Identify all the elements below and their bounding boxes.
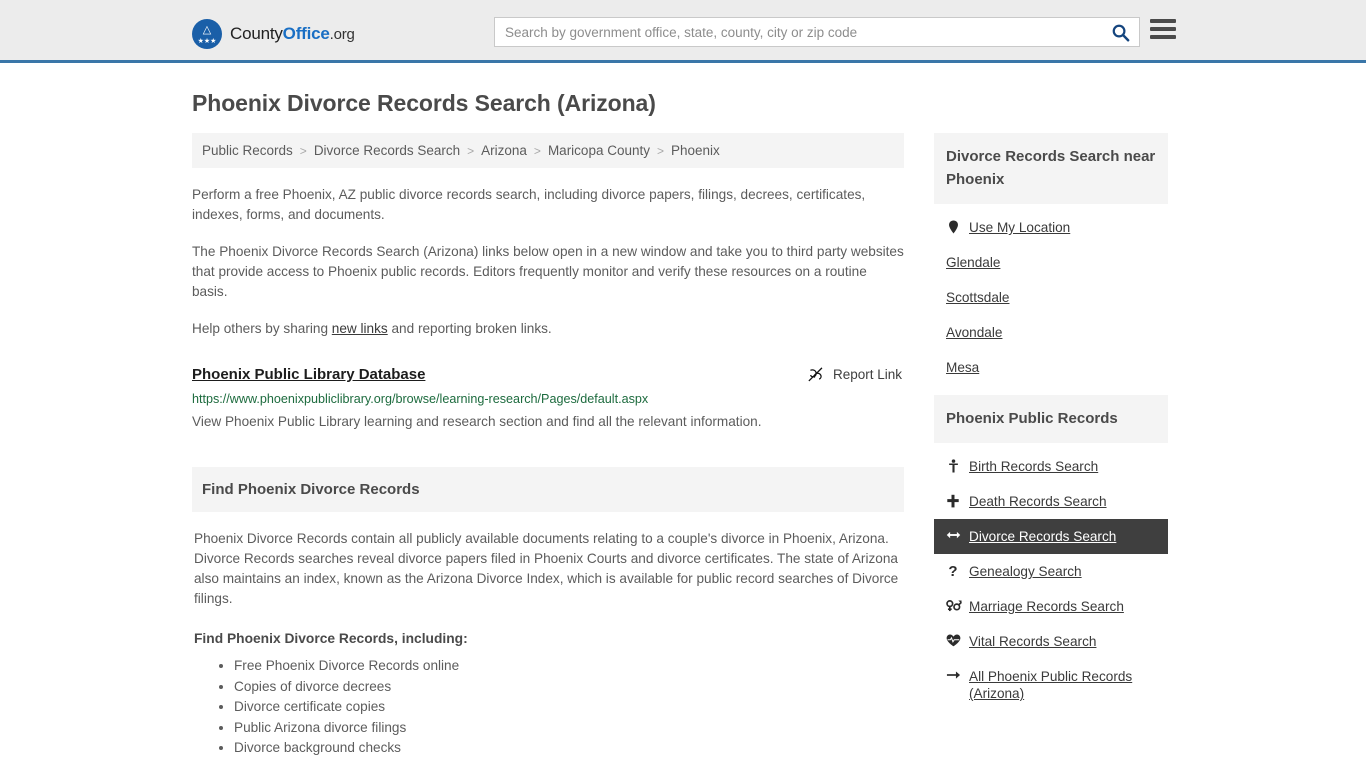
result-item: Phoenix Public Library Database Report L…	[192, 366, 904, 431]
heartbeat-icon	[946, 633, 961, 647]
content-columns: Public Records > Divorce Records Search …	[192, 133, 1174, 759]
intro-paragraph-1: Perform a free Phoenix, AZ public divorc…	[192, 187, 866, 222]
brand-wordmark: CountyOffice.org	[230, 24, 355, 44]
intro-paragraph-2: The Phoenix Divorce Records Search (Ariz…	[192, 244, 904, 299]
breadcrumb-separator: >	[467, 143, 475, 158]
brand-part-county: County	[230, 24, 283, 43]
section-heading: Find Phoenix Divorce Records	[192, 467, 904, 512]
result-url: https://www.phoenixpubliclibrary.org/bro…	[192, 392, 649, 406]
breadcrumb-separator: >	[657, 143, 665, 158]
breadcrumb: Public Records > Divorce Records Search …	[192, 133, 904, 168]
sidebar-item-divorce-records-search[interactable]: Divorce Records Search	[934, 519, 1168, 554]
breadcrumb-item-public-records[interactable]: Public Records	[202, 143, 293, 158]
nearby-city-list: Use My Location Glendale Scottsdale Avon…	[934, 204, 1168, 387]
breadcrumb-item-divorce-records-search[interactable]: Divorce Records Search	[314, 143, 460, 158]
search-input[interactable]	[495, 18, 1101, 46]
county-office-seal-icon: △ ★★★	[192, 19, 222, 49]
breadcrumb-item-arizona[interactable]: Arizona	[481, 143, 527, 158]
breadcrumb-separator: >	[533, 143, 541, 158]
sidebar-item-use-my-location[interactable]: Use My Location	[934, 210, 1168, 245]
sidebar-item-genealogy-search[interactable]: ? Genealogy Search	[934, 554, 1168, 589]
list-item: Free Phoenix Divorce Records online	[234, 656, 902, 677]
section-paragraph: Phoenix Divorce Records contain all publ…	[194, 531, 899, 606]
divorce-records-list: Free Phoenix Divorce Records online Copi…	[194, 656, 902, 759]
cross-icon	[946, 493, 960, 508]
site-search[interactable]	[494, 17, 1140, 47]
public-records-list: Birth Records Search Death Records Searc…	[934, 443, 1168, 713]
sidebar-item-label: Genealogy Search	[969, 564, 1082, 579]
brand-part-tld: .org	[329, 26, 355, 43]
sidebar-item-label: Vital Records Search	[969, 634, 1097, 649]
sidebar-item-label: Glendale	[946, 255, 1001, 270]
sidebar-item-death-records-search[interactable]: Death Records Search	[934, 484, 1168, 519]
sidebar-item-birth-records-search[interactable]: Birth Records Search	[934, 449, 1168, 484]
sidebar-item-label: Marriage Records Search	[969, 599, 1124, 614]
hamburger-bar	[1150, 35, 1176, 39]
sidebar-item-label: Avondale	[946, 325, 1003, 340]
sidebar-item-all-phoenix-public-records[interactable]: All Phoenix Public Records (Arizona)	[934, 659, 1168, 711]
result-description: View Phoenix Public Library learning and…	[192, 414, 762, 429]
sidebar-item-marriage-records-search[interactable]: Marriage Records Search	[934, 589, 1168, 624]
hamburger-bar	[1150, 27, 1176, 31]
panel-phoenix-public-records: Phoenix Public Records Birth Records Sea…	[934, 395, 1168, 713]
arrow-right-icon	[946, 668, 961, 681]
gender-symbols-icon	[946, 598, 962, 612]
sidebar-item-label: Mesa	[946, 360, 980, 375]
panel-title-public-records: Phoenix Public Records	[934, 395, 1168, 443]
intro-paragraph-3: Help others by sharing new links and rep…	[192, 319, 904, 339]
breadcrumb-separator: >	[299, 143, 307, 158]
site-logo-link[interactable]: △ ★★★ CountyOffice.org	[192, 19, 355, 49]
section-body: Phoenix Divorce Records contain all publ…	[192, 529, 904, 759]
sidebar: Divorce Records Search near Phoenix Use …	[934, 133, 1168, 721]
share-text-after: and reporting broken links.	[387, 321, 552, 336]
result-title-link[interactable]: Phoenix Public Library Database	[192, 366, 425, 383]
breadcrumb-item-phoenix[interactable]: Phoenix	[671, 143, 720, 158]
baby-icon	[946, 458, 960, 473]
question-mark-icon: ?	[948, 563, 958, 580]
list-item: Public Arizona divorce filings	[234, 718, 902, 739]
share-text-before: Help others by sharing	[192, 321, 332, 336]
hamburger-bar	[1150, 19, 1176, 23]
panel-title-nearby: Divorce Records Search near Phoenix	[934, 133, 1168, 204]
report-link-button[interactable]: Report Link	[807, 366, 904, 383]
sidebar-item-label: Death Records Search	[969, 494, 1107, 509]
sidebar-item-label: All Phoenix Public Records (Arizona)	[969, 669, 1133, 701]
sidebar-item-mesa[interactable]: Mesa	[934, 350, 1168, 385]
hamburger-menu-icon[interactable]	[1150, 18, 1176, 40]
sidebar-item-vital-records-search[interactable]: Vital Records Search	[934, 624, 1168, 659]
brand-part-office: Office	[282, 24, 330, 43]
sidebar-item-label: Birth Records Search	[969, 459, 1099, 474]
list-item: Divorce background checks	[234, 738, 902, 759]
section-list-heading: Find Phoenix Divorce Records, including:	[194, 631, 468, 646]
new-links-link[interactable]: new links	[332, 321, 388, 336]
list-item: Divorce certificate copies	[234, 697, 902, 718]
sidebar-item-label: Use My Location	[969, 220, 1071, 235]
page-title: Phoenix Divorce Records Search (Arizona)	[192, 90, 656, 116]
main-content: Public Records > Divorce Records Search …	[192, 133, 904, 759]
page-container: Phoenix Divorce Records Search (Arizona)…	[0, 90, 1366, 759]
breadcrumb-item-maricopa-county[interactable]: Maricopa County	[548, 143, 650, 158]
split-arrows-icon	[946, 528, 961, 541]
sidebar-item-label: Scottsdale	[946, 290, 1010, 305]
search-submit-button[interactable]	[1101, 18, 1139, 46]
panel-nearby-divorce-records: Divorce Records Search near Phoenix Use …	[934, 133, 1168, 387]
search-icon	[1112, 24, 1129, 42]
list-item: Copies of divorce decrees	[234, 677, 902, 698]
site-header: △ ★★★ CountyOffice.org	[0, 0, 1366, 63]
sidebar-item-label: Divorce Records Search	[969, 529, 1117, 544]
report-link-label: Report Link	[832, 367, 902, 382]
sidebar-item-avondale[interactable]: Avondale	[934, 315, 1168, 350]
sidebar-item-scottsdale[interactable]: Scottsdale	[934, 280, 1168, 315]
result-header-row: Phoenix Public Library Database Report L…	[192, 366, 904, 383]
map-pin-icon	[946, 219, 960, 234]
sidebar-item-glendale[interactable]: Glendale	[934, 245, 1168, 280]
broken-link-icon	[808, 367, 823, 382]
